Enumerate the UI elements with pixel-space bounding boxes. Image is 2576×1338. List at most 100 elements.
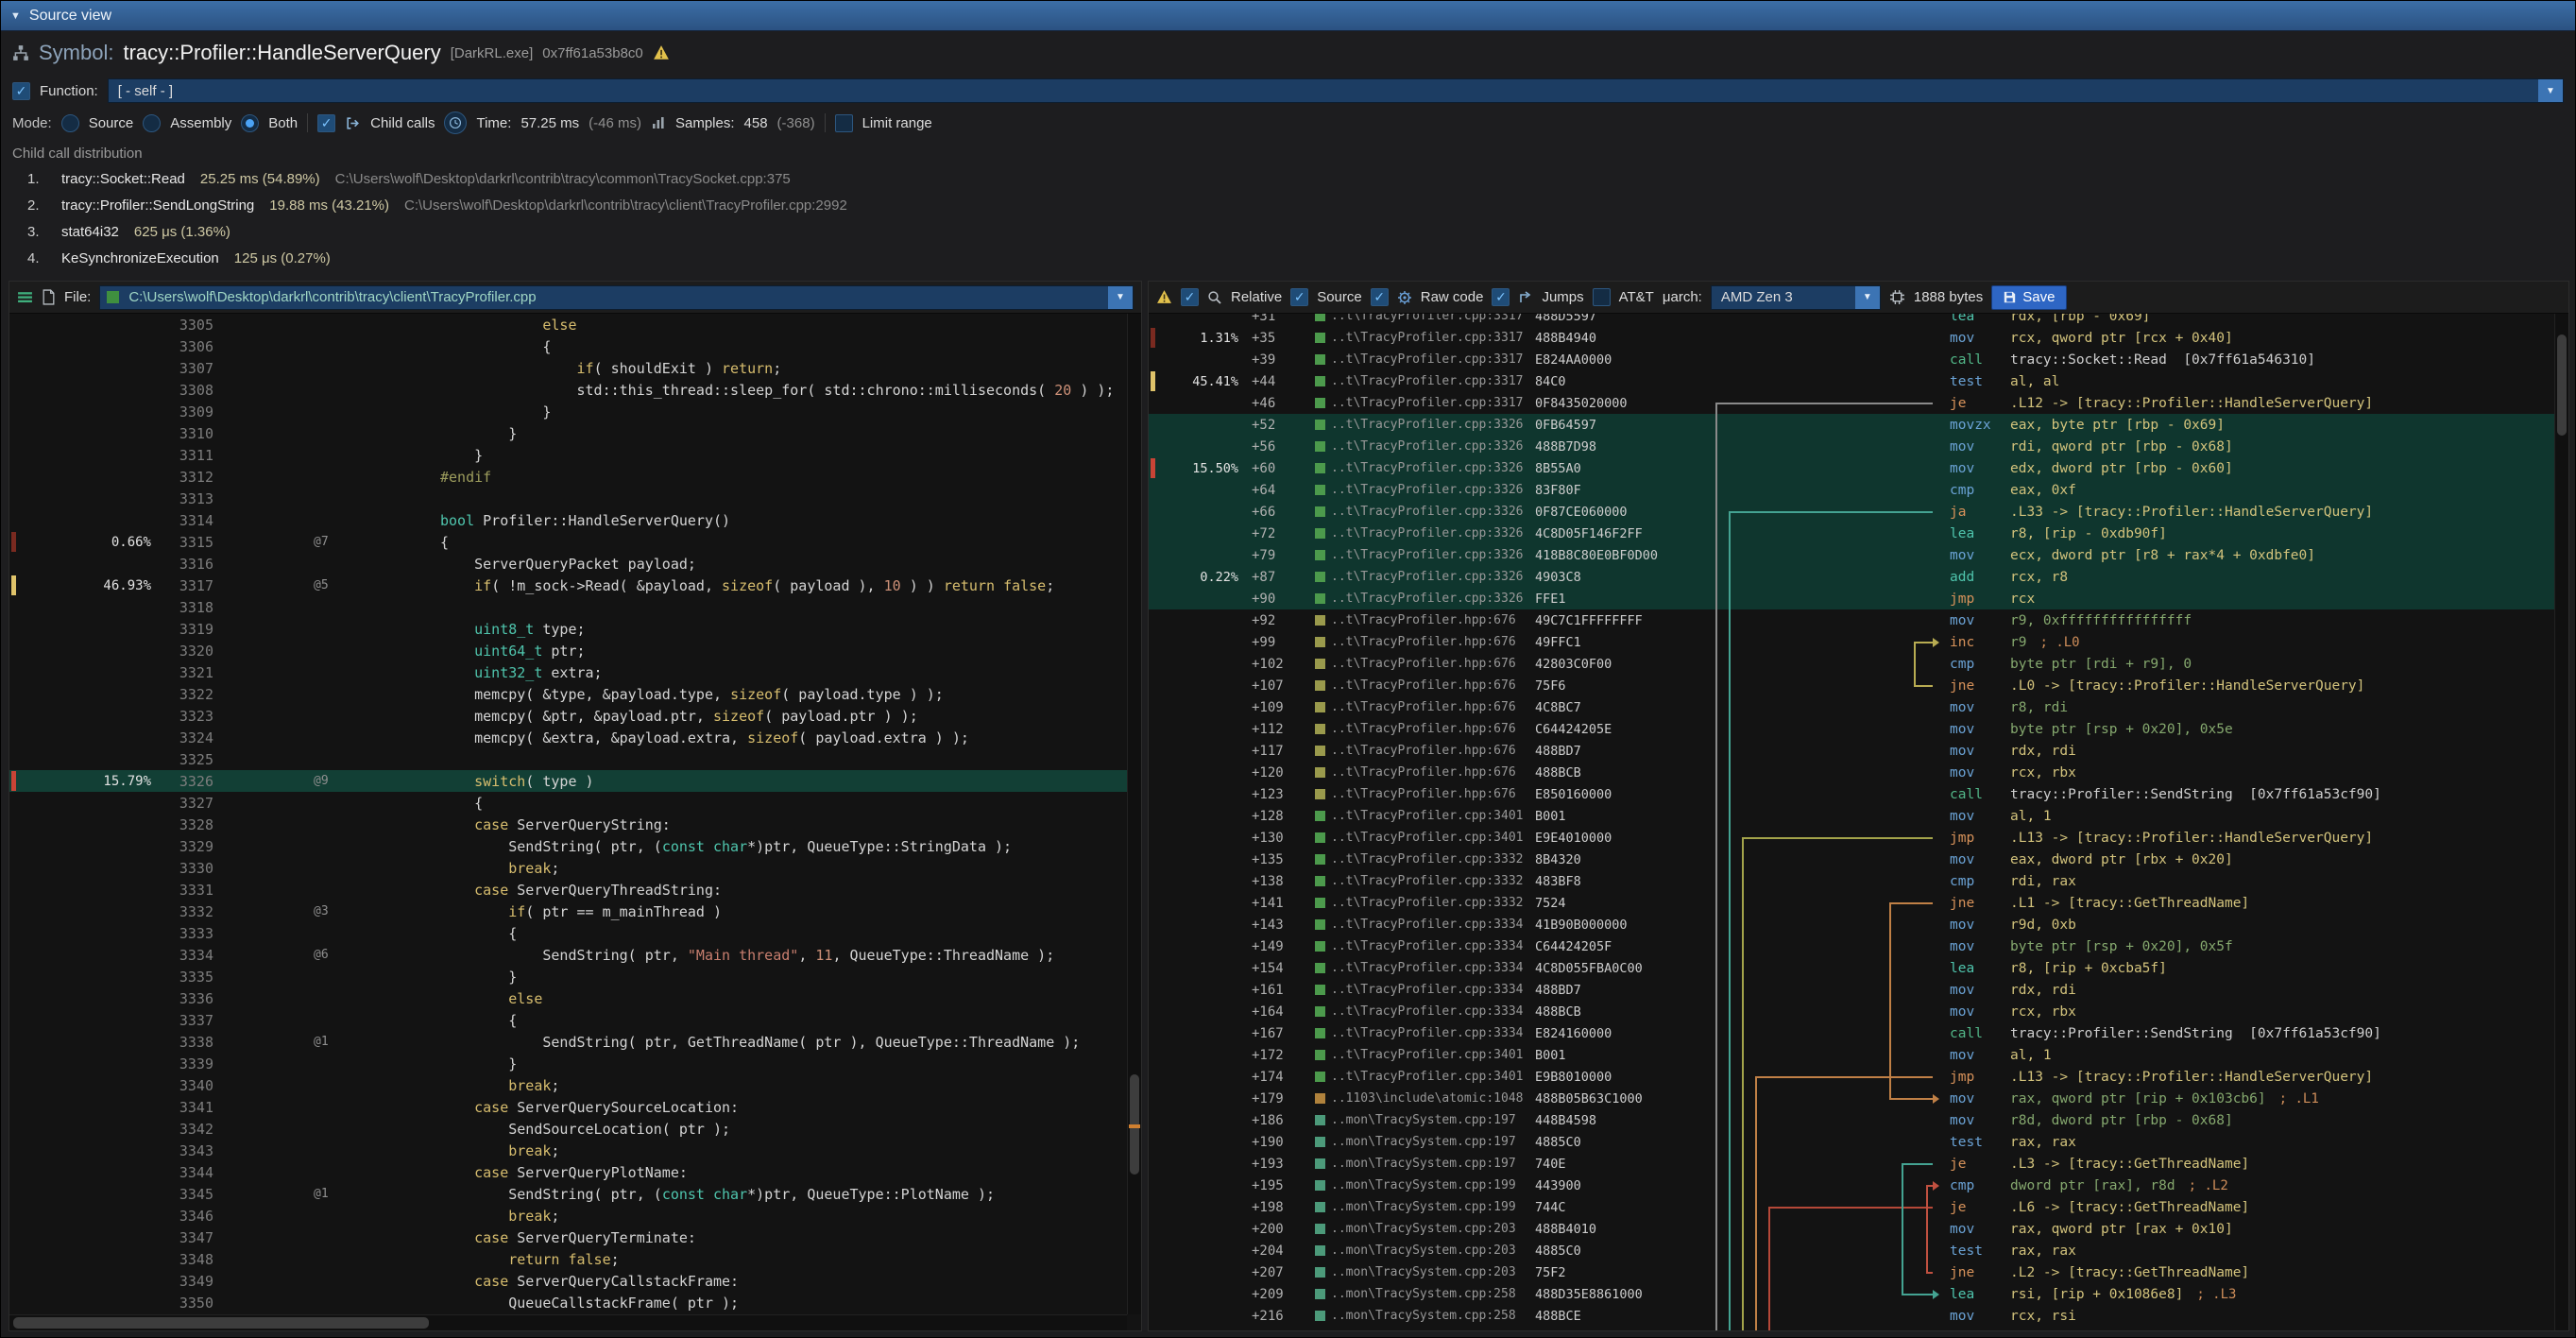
- chevron-down-icon[interactable]: ▼: [1108, 286, 1133, 309]
- asm-row[interactable]: +209..mon\TracySystem.cpp:258488D35E8861…: [1149, 1283, 2554, 1305]
- asm-row[interactable]: +92..t\TracyProfiler.hpp:67649C7C1FFFFFF…: [1149, 609, 2554, 631]
- asm-row[interactable]: +64..t\TracyProfiler.cpp:332683F80Fcmpea…: [1149, 479, 2554, 501]
- source-line[interactable]: 3341 case ServerQuerySourceLocation:: [9, 1096, 1127, 1118]
- assembly-view[interactable]: +31..t\TracyProfiler.cpp:3317488D5597lea…: [1149, 314, 2554, 1330]
- child-call-entry[interactable]: 1.tracy::Socket::Read25.25 ms (54.89%)C:…: [12, 165, 2564, 192]
- asm-row[interactable]: +135..t\TracyProfiler.cpp:33328B4320move…: [1149, 849, 2554, 870]
- asm-row[interactable]: +174..t\TracyProfiler.cpp:3401E9B8010000…: [1149, 1066, 2554, 1088]
- source-line[interactable]: 3328 case ServerQueryString:: [9, 814, 1127, 835]
- radio-mode-source[interactable]: [61, 114, 79, 132]
- radio-mode-assembly[interactable]: [143, 114, 161, 132]
- source-line[interactable]: 3327 {: [9, 792, 1127, 814]
- asm-row[interactable]: +123..t\TracyProfiler.hpp:676E850160000c…: [1149, 783, 2554, 805]
- source-line[interactable]: 3310 }: [9, 422, 1127, 444]
- source-line[interactable]: 3308 std::this_thread::sleep_for( std::c…: [9, 379, 1127, 401]
- source-line[interactable]: 46.93%3317@5 if( !m_sock->Read( &payload…: [9, 575, 1127, 596]
- source-line[interactable]: 3350 QueueCallstackFrame( ptr );: [9, 1292, 1127, 1313]
- save-button[interactable]: Save: [1991, 285, 2067, 310]
- asm-row[interactable]: +172..t\TracyProfiler.cpp:3401B001moval,…: [1149, 1044, 2554, 1066]
- source-line[interactable]: 3321 uint32_t extra;: [9, 661, 1127, 683]
- source-line[interactable]: 3316 ServerQueryPacket payload;: [9, 553, 1127, 575]
- asm-row[interactable]: +198..mon\TracySystem.cpp:199744Cje.L6 -…: [1149, 1196, 2554, 1218]
- asm-row[interactable]: +195..mon\TracySystem.cpp:199443900cmpdw…: [1149, 1175, 2554, 1196]
- source-line[interactable]: 3306 {: [9, 335, 1127, 357]
- source-line[interactable]: 3323 memcpy( &ptr, &payload.ptr, sizeof(…: [9, 705, 1127, 727]
- asm-row[interactable]: 45.41%+44..t\TracyProfiler.cpp:331784C0t…: [1149, 370, 2554, 392]
- asm-row[interactable]: +112..t\TracyProfiler.hpp:676C64424205Em…: [1149, 718, 2554, 740]
- source-line[interactable]: 0.66%3315@7{: [9, 531, 1127, 553]
- chevron-down-icon[interactable]: ▼: [2538, 79, 2563, 102]
- asm-row[interactable]: +72..t\TracyProfiler.cpp:33264C8D05F146F…: [1149, 523, 2554, 544]
- uarch-combo[interactable]: AMD Zen 3 ▼: [1711, 285, 1881, 310]
- function-checkbox[interactable]: [12, 82, 30, 100]
- asm-row[interactable]: +99..t\TracyProfiler.hpp:67649FFC1incr9;…: [1149, 631, 2554, 653]
- source-line[interactable]: 3344 case ServerQueryPlotName:: [9, 1161, 1127, 1183]
- asm-row[interactable]: +102..t\TracyProfiler.hpp:67642803C0F00c…: [1149, 653, 2554, 675]
- source-line[interactable]: 3311 }: [9, 444, 1127, 466]
- source-line[interactable]: 3325: [9, 748, 1127, 770]
- asm-row[interactable]: +141..t\TracyProfiler.cpp:33327524jne.L1…: [1149, 892, 2554, 914]
- asm-row[interactable]: +79..t\TracyProfiler.cpp:3326418B8C80E0B…: [1149, 544, 2554, 566]
- source-code-view[interactable]: 3305 else3306 {3307 if( shouldExit ) ret…: [9, 314, 1127, 1314]
- source-line[interactable]: 3314bool Profiler::HandleServerQuery(): [9, 509, 1127, 531]
- source-line[interactable]: 3329 SendString( ptr, (const char*)ptr, …: [9, 835, 1127, 857]
- asm-row[interactable]: +186..mon\TracySystem.cpp:197448B4598mov…: [1149, 1109, 2554, 1131]
- source-line[interactable]: 3342 SendSourceLocation( ptr );: [9, 1118, 1127, 1140]
- asm-row[interactable]: +161..t\TracyProfiler.cpp:3334488BD7movr…: [1149, 979, 2554, 1001]
- source-line[interactable]: 3324 memcpy( &extra, &payload.extra, siz…: [9, 727, 1127, 748]
- source-line[interactable]: 3313: [9, 488, 1127, 509]
- asm-row[interactable]: +179..1103\include\atomic:1048488B05B63C…: [1149, 1088, 2554, 1109]
- chevron-down-icon[interactable]: ▼: [1855, 286, 1880, 309]
- file-combo[interactable]: C:\Users\wolf\Desktop\darkrl\contrib\tra…: [99, 285, 1134, 310]
- assembly-vertical-scrollbar[interactable]: [2554, 314, 2568, 1330]
- raw-code-checkbox[interactable]: [1371, 288, 1389, 306]
- source-line[interactable]: 3320 uint64_t ptr;: [9, 640, 1127, 661]
- source-line[interactable]: 3348 return false;: [9, 1248, 1127, 1270]
- asm-row[interactable]: +167..t\TracyProfiler.cpp:3334E824160000…: [1149, 1022, 2554, 1044]
- scrollbar-thumb[interactable]: [13, 1317, 429, 1329]
- asm-row[interactable]: +66..t\TracyProfiler.cpp:33260F87CE06000…: [1149, 501, 2554, 523]
- function-combo[interactable]: [ - self - ] ▼: [108, 78, 2564, 103]
- asm-row[interactable]: +90..t\TracyProfiler.cpp:3326FFE1jmprcx: [1149, 588, 2554, 609]
- source-line[interactable]: 3336 else: [9, 987, 1127, 1009]
- asm-row[interactable]: +52..t\TracyProfiler.cpp:33260FB64597mov…: [1149, 414, 2554, 436]
- asm-row[interactable]: 15.50%+60..t\TracyProfiler.cpp:33268B55A…: [1149, 457, 2554, 479]
- child-call-entry[interactable]: 2.tracy::Profiler::SendLongString19.88 m…: [12, 192, 2564, 218]
- scrollbar-thumb[interactable]: [2557, 334, 2567, 437]
- source-line[interactable]: 3345@1 SendString( ptr, (const char*)ptr…: [9, 1183, 1127, 1205]
- source-line[interactable]: 3335 }: [9, 966, 1127, 987]
- asm-row[interactable]: +149..t\TracyProfiler.cpp:3334C64424205F…: [1149, 935, 2554, 957]
- asm-row[interactable]: +107..t\TracyProfiler.hpp:67675F6jne.L0 …: [1149, 675, 2554, 696]
- asm-row[interactable]: +190..mon\TracySystem.cpp:1974885C0testr…: [1149, 1131, 2554, 1153]
- source-line[interactable]: 3347 case ServerQueryTerminate:: [9, 1226, 1127, 1248]
- asm-row[interactable]: +128..t\TracyProfiler.cpp:3401B001moval,…: [1149, 805, 2554, 827]
- source-line[interactable]: 3333 {: [9, 922, 1127, 944]
- asm-row[interactable]: 1.31%+35..t\TracyProfiler.cpp:3317488B49…: [1149, 327, 2554, 349]
- source-line[interactable]: 3346 break;: [9, 1205, 1127, 1226]
- source-line[interactable]: 3349 case ServerQueryCallstackFrame:: [9, 1270, 1127, 1292]
- title-bar[interactable]: ▼ Source view: [1, 1, 2575, 31]
- child-calls-checkbox[interactable]: [317, 114, 335, 132]
- asm-row[interactable]: +130..t\TracyProfiler.cpp:3401E9E4010000…: [1149, 827, 2554, 849]
- asm-row[interactable]: +154..t\TracyProfiler.cpp:33344C8D055FBA…: [1149, 957, 2554, 979]
- asm-row[interactable]: +120..t\TracyProfiler.hpp:676488BCBmovrc…: [1149, 762, 2554, 783]
- asm-row[interactable]: +56..t\TracyProfiler.cpp:3326488B7D98mov…: [1149, 436, 2554, 457]
- source-line[interactable]: 3332@3 if( ptr == m_mainThread ): [9, 901, 1127, 922]
- source-line[interactable]: 3305 else: [9, 314, 1127, 335]
- clock-button[interactable]: [444, 112, 467, 134]
- source-line[interactable]: 3319 uint8_t type;: [9, 618, 1127, 640]
- asm-row[interactable]: +46..t\TracyProfiler.cpp:33170F843502000…: [1149, 392, 2554, 414]
- att-checkbox[interactable]: [1593, 288, 1611, 306]
- jumps-checkbox[interactable]: [1492, 288, 1510, 306]
- asm-row[interactable]: +39..t\TracyProfiler.cpp:3317E824AA0000c…: [1149, 349, 2554, 370]
- source-checkbox[interactable]: [1290, 288, 1308, 306]
- asm-row[interactable]: +200..mon\TracySystem.cpp:203488B4010mov…: [1149, 1218, 2554, 1240]
- child-call-entry[interactable]: 4.KeSynchronizeExecution125 μs (0.27%): [12, 245, 2564, 271]
- source-line[interactable]: 3312#endif: [9, 466, 1127, 488]
- collapse-triangle-icon[interactable]: ▼: [10, 10, 21, 22]
- asm-row[interactable]: +207..mon\TracySystem.cpp:20375F2jne.L2 …: [1149, 1261, 2554, 1283]
- child-call-entry[interactable]: 3.stat64i32625 μs (1.36%): [12, 218, 2564, 245]
- source-line[interactable]: 3309 }: [9, 401, 1127, 422]
- asm-row[interactable]: +138..t\TracyProfiler.cpp:3332483BF8cmpr…: [1149, 870, 2554, 892]
- relative-checkbox[interactable]: [1181, 288, 1199, 306]
